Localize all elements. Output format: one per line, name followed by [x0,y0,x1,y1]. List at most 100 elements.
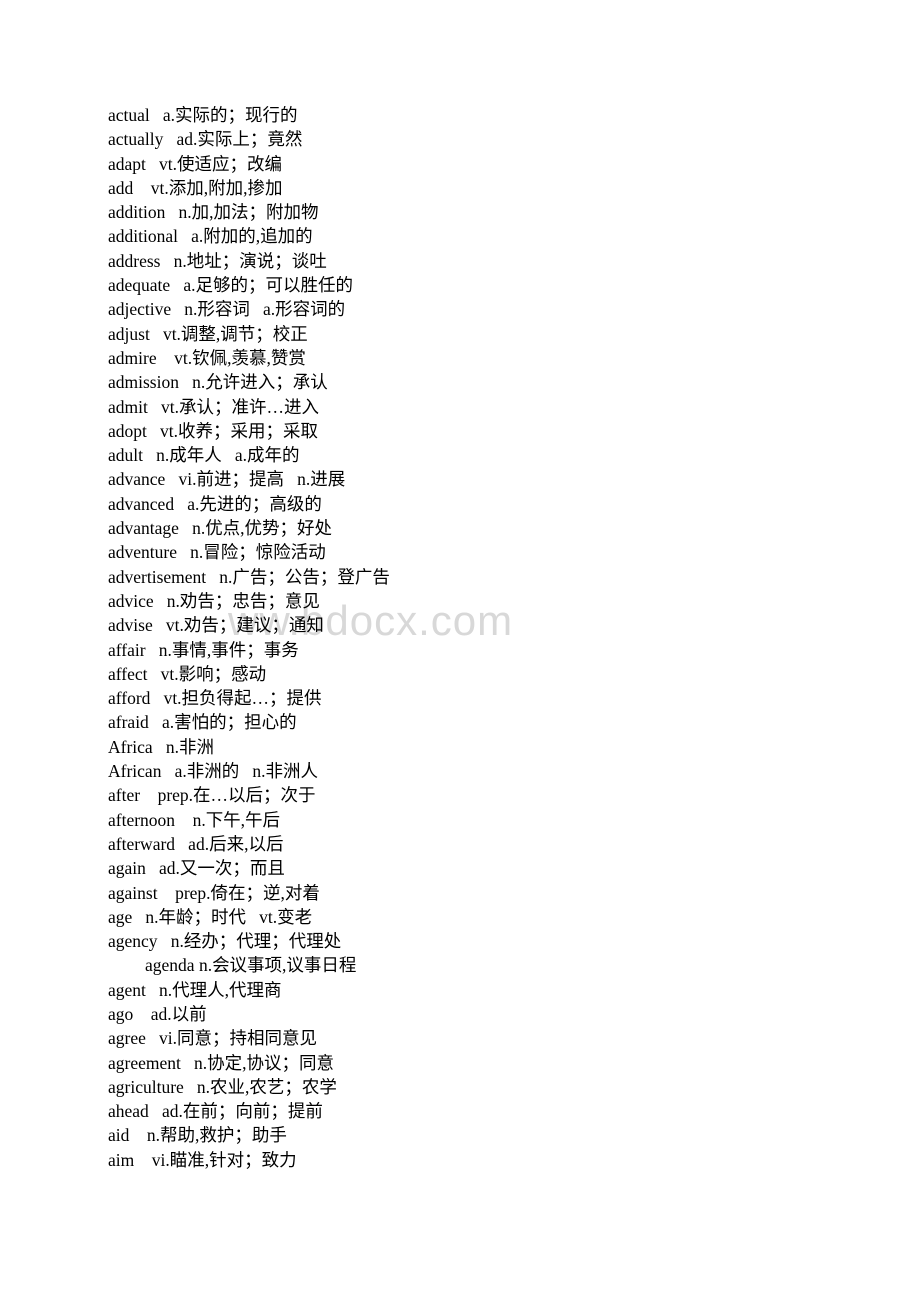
entry-definition: n.冒险；惊险活动 [190,542,326,563]
entry-gap [146,980,159,1000]
entry-gap [165,469,178,489]
entry-definition: n.地址；演说；谈吐 [173,250,327,271]
entry-gap [146,1028,159,1048]
entry-gap [171,299,184,319]
entry-word: adjust [108,323,150,344]
entry-definition: n.允许进入；承认 [192,372,328,393]
entry-word: additional [108,226,178,247]
entry-word: afterward [108,833,176,854]
entry-word: advance [108,469,166,490]
vocabulary-entry: adequate a.足够的；可以胜任的 [108,273,868,297]
entry-gap [153,615,166,635]
vocabulary-entry: after prep.在…以后；次于 [108,783,868,807]
entry-word: admission [108,372,179,393]
entry-definition: vt.承认；准许…进入 [160,396,319,417]
entry-gap [181,1053,194,1073]
entry-word: ahead [108,1101,149,1122]
vocabulary-entry: aid n.帮助,救护；助手 [108,1123,868,1147]
entry-definition: n.经办；代理；代理处 [170,931,342,952]
entry-definition: a.先进的；高级的 [187,493,322,514]
entry-word: affair [108,639,146,660]
entry-definition: ad.后来,以后 [188,833,284,854]
entry-definition: vt.使适应；改编 [159,153,283,174]
vocabulary-entry: actual a.实际的；现行的 [108,103,868,127]
entry-word: adult [108,445,143,466]
entry-word: advise [108,615,153,636]
vocabulary-entry: agenda n.会议事项,议事日程 [108,953,868,977]
vocabulary-entry: African a.非洲的 n.非洲人 [108,759,868,783]
entry-gap [163,129,176,149]
entry-word: advertisement [108,566,207,587]
vocabulary-entry: actually ad.实际上；竟然 [108,127,868,151]
entry-word: advantage [108,518,179,539]
entry-word: add [108,177,134,198]
entry-word: address [108,250,161,271]
vocabulary-entry: addition n.加,加法；附加物 [108,200,868,224]
entry-definition: n.下午,午后 [192,809,281,830]
vocabulary-entry: agree vi.同意；持相同意见 [108,1026,868,1050]
entry-gap [206,567,219,587]
vocabulary-entry: adapt vt.使适应；改编 [108,152,868,176]
entry-definition: n.形容词 a.形容词的 [184,299,346,320]
entry-word: aid [108,1125,130,1146]
entry-word: adventure [108,542,177,563]
vocabulary-entry: against prep.倚在；逆,对着 [108,881,868,905]
entry-gap [143,445,156,465]
entry-gap [154,591,167,611]
vocabulary-entry: Africa n.非洲 [108,735,868,759]
entry-definition: vt.收养；采用；采取 [160,420,319,441]
entry-definition: n.非洲 [165,736,214,757]
entry-gap [150,688,163,708]
entry-word: aim [108,1149,135,1170]
entry-definition: a.害怕的；担心的 [161,712,297,733]
entry-definition: ad.在前；向前；提前 [161,1101,323,1122]
vocabulary-entry: age n.年龄；时代 vt.变老 [108,905,868,929]
entry-definition: n.劝告；忠告；意见 [166,590,320,611]
entry-gap [165,202,178,222]
vocabulary-entry: admit vt.承认；准许…进入 [108,395,868,419]
vocabulary-entry: advance vi.前进；提高 n.进展 [108,467,868,491]
entry-word: afternoon [108,809,176,830]
entry-definition: n.加,加法；附加物 [178,202,319,223]
entry-word: adequate [108,275,171,296]
entry-gap [147,421,160,441]
vocabulary-entry: advanced a.先进的；高级的 [108,492,868,516]
entry-definition: prep.在…以后；次于 [157,785,316,806]
entry-definition: n.事情,事件；事务 [158,639,299,660]
entry-word: agency [108,931,158,952]
vocabulary-entry: agriculture n.农业,农艺；农学 [108,1075,868,1099]
entry-gap [179,518,192,538]
entry-gap [175,834,188,854]
entry-word: admire [108,347,157,368]
entry-word: adopt [108,420,147,441]
vocabulary-entry: again ad.又一次；而且 [108,856,868,880]
entry-definition: a.非洲的 n.非洲人 [174,761,318,782]
entry-gap [150,105,163,125]
entry-gap [178,226,191,246]
vocabulary-entry: advertisement n.广告；公告；登广告 [108,565,868,589]
entry-gap [184,1077,197,1097]
entry-definition: ad.以前 [150,1003,207,1024]
entry-word: African [108,761,162,782]
entry-gap [158,931,171,951]
document-page: ww.bdocx.com actual a.实际的；现行的 actually ad… [0,0,920,1302]
vocabulary-entry: adjective n.形容词 a.形容词的 [108,297,868,321]
entry-word: Africa [108,736,153,757]
vocabulary-entry: ahead ad.在前；向前；提前 [108,1099,868,1123]
vocabulary-entry: advice n.劝告；忠告；意见 [108,589,868,613]
entry-gap [153,737,166,757]
entry-word: agreement [108,1052,181,1073]
entry-word: affect [108,663,148,684]
entry-gap [175,810,193,830]
entry-gap [133,1004,151,1024]
entry-word: afford [108,688,151,709]
vocabulary-entry: afford vt.担负得起…；提供 [108,686,868,710]
entry-definition: vi.同意；持相同意见 [159,1028,318,1049]
entry-word: agriculture [108,1076,184,1097]
vocabulary-entry: afterward ad.后来,以后 [108,832,868,856]
vocabulary-entry: additional a.附加的,追加的 [108,224,868,248]
vocabulary-entry: adventure n.冒险；惊险活动 [108,540,868,564]
entry-gap [179,372,192,392]
entry-definition: vt.影响；感动 [160,663,267,684]
entry-definition: a.实际的；现行的 [162,105,298,125]
